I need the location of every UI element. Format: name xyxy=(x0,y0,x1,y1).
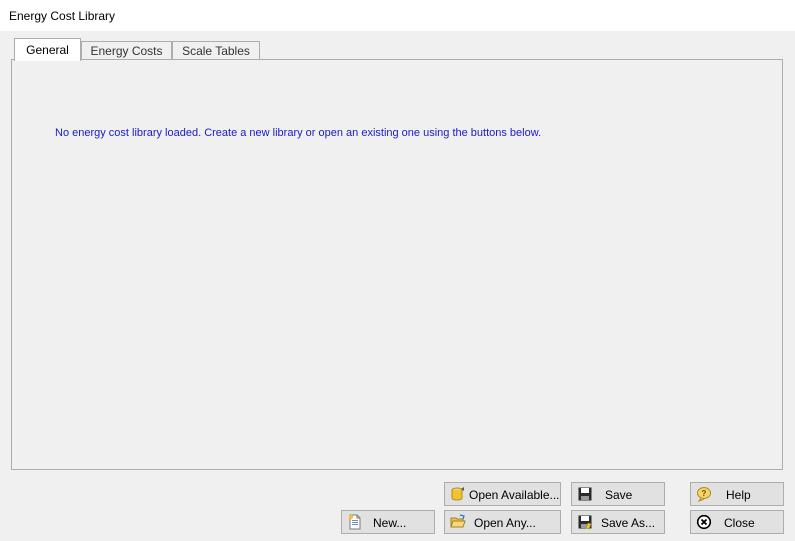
open-available-button[interactable]: Open Available... xyxy=(444,482,561,506)
svg-text:?: ? xyxy=(702,489,707,498)
help-button-label: Help xyxy=(726,488,751,502)
new-button[interactable]: New... xyxy=(341,510,435,534)
open-any-button-label: Open Any... xyxy=(474,516,536,530)
close-circle-icon xyxy=(696,514,712,530)
floppy-disk-save-as-icon xyxy=(578,515,592,530)
general-tab-panel: No energy cost library loaded. Create a … xyxy=(11,59,783,470)
tab-scale-tables-label: Scale Tables xyxy=(182,44,250,58)
help-button[interactable]: ? Help xyxy=(690,482,784,506)
new-button-label: New... xyxy=(373,516,407,530)
new-document-icon xyxy=(348,514,361,530)
folder-open-icon xyxy=(450,514,466,528)
close-button[interactable]: Close xyxy=(690,510,784,534)
question-bubble-icon: ? xyxy=(697,487,711,502)
open-any-button[interactable]: Open Any... xyxy=(444,510,561,534)
tab-general-label: General xyxy=(26,43,69,57)
close-button-label: Close xyxy=(724,516,755,530)
save-as-button[interactable]: Save As... xyxy=(571,510,665,534)
save-button-label: Save xyxy=(605,488,633,502)
tab-scale-tables[interactable]: Scale Tables xyxy=(172,41,260,60)
tab-general[interactable]: General xyxy=(14,38,81,61)
database-open-icon xyxy=(451,487,464,501)
floppy-disk-icon xyxy=(578,487,592,501)
save-button[interactable]: Save xyxy=(571,482,665,506)
title-bar: Energy Cost Library xyxy=(0,0,795,32)
save-as-button-label: Save As... xyxy=(601,516,656,530)
open-available-button-label: Open Available... xyxy=(469,488,560,502)
window-title: Energy Cost Library xyxy=(9,9,116,23)
no-library-message: No energy cost library loaded. Create a … xyxy=(55,127,542,139)
tab-energy-costs-label: Energy Costs xyxy=(90,44,163,58)
tab-energy-costs[interactable]: Energy Costs xyxy=(81,41,172,60)
